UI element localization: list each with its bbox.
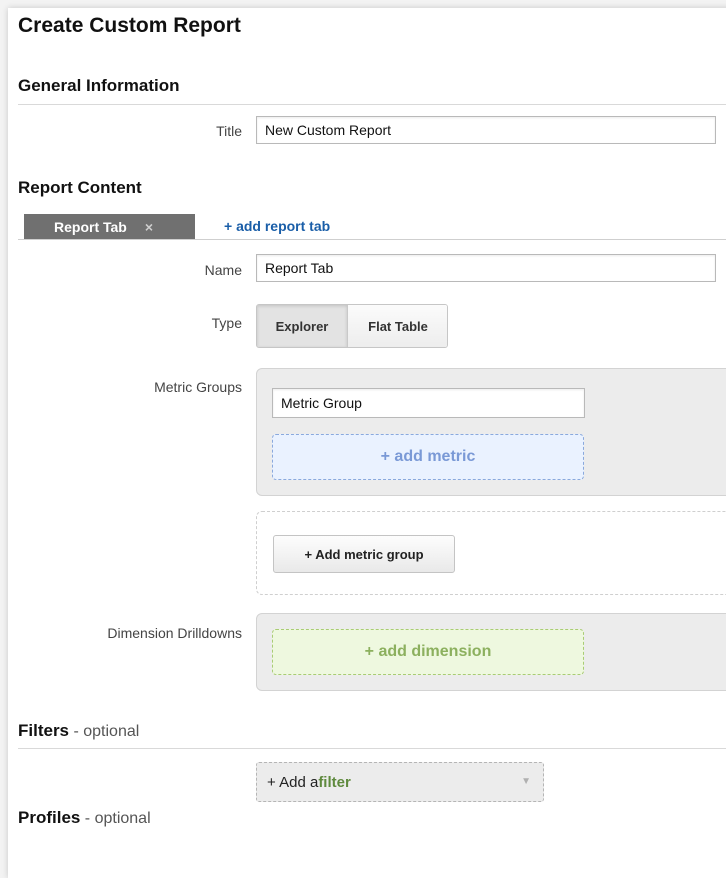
title-input[interactable] (256, 116, 716, 144)
profiles-heading: Profiles (18, 808, 81, 827)
divider (18, 104, 726, 105)
name-label: Name (204, 262, 242, 278)
add-metric-group-button[interactable]: + Add metric group (273, 535, 455, 573)
add-filter-keyword: filter (318, 773, 351, 791)
type-label: Type (211, 315, 242, 331)
section-filters: Filters - optional (18, 721, 139, 741)
optional-note: - optional (69, 723, 140, 740)
add-metric-dropzone[interactable]: + add metric (272, 434, 584, 480)
tab-report-tab[interactable]: Report Tab × (24, 214, 195, 239)
tab-label: Report Tab (54, 218, 127, 235)
page-title: Create Custom Report (18, 14, 241, 37)
close-icon[interactable]: × (145, 219, 153, 235)
filters-heading: Filters (18, 721, 70, 740)
optional-note: - optional (80, 810, 151, 827)
add-filter-prefix: + Add a (267, 773, 319, 791)
add-filter-select[interactable]: + Add a filter ▼ (256, 762, 544, 802)
title-label: Title (216, 123, 242, 139)
chevron-down-icon: ▼ (521, 776, 531, 787)
type-toggle: Explorer Flat Table (256, 304, 448, 348)
dimension-drilldowns-label: Dimension Drilldowns (107, 625, 242, 641)
name-input[interactable] (256, 254, 716, 282)
section-report-content: Report Content (18, 178, 142, 197)
section-profiles: Profiles - optional (18, 808, 151, 828)
metric-group-name-input[interactable] (272, 388, 585, 418)
type-explorer-button[interactable]: Explorer (257, 305, 348, 347)
add-report-tab-link[interactable]: + add report tab (224, 218, 330, 234)
tab-divider (18, 239, 726, 240)
add-dimension-dropzone[interactable]: + add dimension (272, 629, 584, 675)
metric-groups-label: Metric Groups (154, 379, 242, 395)
divider (18, 748, 726, 749)
section-general-information: General Information (18, 76, 180, 95)
type-flat-table-button[interactable]: Flat Table (348, 305, 447, 347)
